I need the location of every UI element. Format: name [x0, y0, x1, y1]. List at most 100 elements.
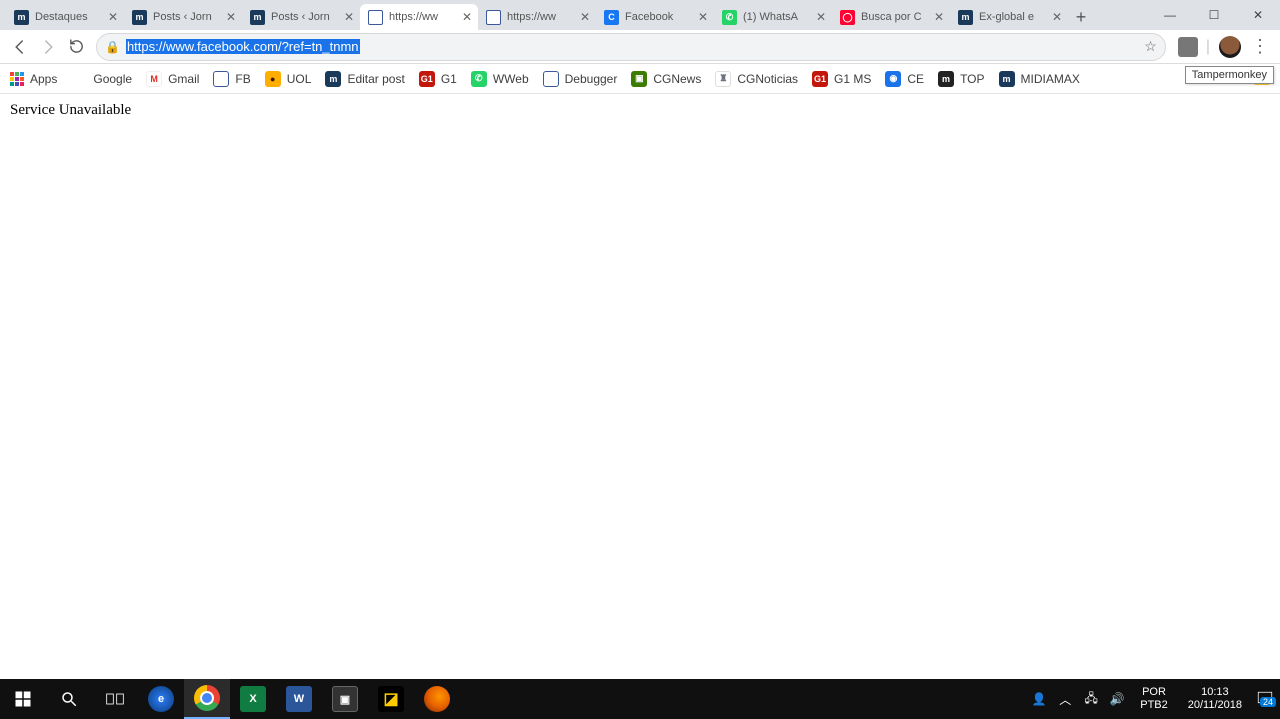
- window-close-button[interactable]: ✕: [1236, 0, 1280, 30]
- bookmark-item[interactable]: ◉ CE: [885, 71, 924, 87]
- bookmark-icon: f: [213, 71, 229, 87]
- tray-clock[interactable]: 10:1320/11/2018: [1182, 686, 1248, 712]
- bookmark-item[interactable]: m Editar post: [325, 71, 404, 87]
- bookmark-icon: ◉: [885, 71, 901, 87]
- tab-favicon: ◯: [840, 10, 855, 25]
- bookmark-label: CGNews: [653, 72, 701, 86]
- taskbar-word[interactable]: W: [276, 679, 322, 719]
- bookmark-star-icon[interactable]: ☆: [1144, 38, 1157, 55]
- bookmark-label: Gmail: [168, 72, 199, 86]
- bookmark-icon: ▣: [631, 71, 647, 87]
- lock-icon: 🔒: [105, 40, 120, 54]
- bookmark-label: FB: [235, 72, 250, 86]
- tray-network-icon[interactable]: 🖧: [1082, 690, 1100, 708]
- browser-tab[interactable]: mPosts ‹ Jorn✕: [242, 4, 360, 30]
- bookmark-label: G1 MS: [834, 72, 871, 86]
- browser-tab[interactable]: m Destaques ✕: [6, 4, 124, 30]
- tray-people-icon[interactable]: 👤: [1030, 690, 1048, 708]
- start-button[interactable]: [0, 679, 46, 719]
- bookmark-label: Editar post: [347, 72, 404, 86]
- browser-tab[interactable]: m Posts ‹ Jorn ✕: [124, 4, 242, 30]
- tab-close-icon[interactable]: ✕: [462, 10, 472, 24]
- bookmark-icon: [10, 72, 24, 86]
- browser-tab[interactable]: CFacebook✕: [596, 4, 714, 30]
- new-tab-button[interactable]: +: [1068, 4, 1094, 30]
- address-bar[interactable]: 🔒 https://www.facebook.com/?ref=tn_tnmn …: [96, 33, 1166, 61]
- browser-tab[interactable]: fhttps://ww✕: [478, 4, 596, 30]
- forward-button[interactable]: [34, 33, 62, 61]
- tab-close-icon[interactable]: ✕: [580, 10, 590, 24]
- tab-title: Ex-global e: [979, 11, 1048, 23]
- chrome-menu-button[interactable]: ⋮: [1246, 33, 1274, 61]
- extension-tampermonkey[interactable]: [1174, 33, 1202, 61]
- tab-close-icon[interactable]: ✕: [1052, 10, 1062, 24]
- taskbar-app-yellow[interactable]: ◪: [368, 679, 414, 719]
- bookmark-item[interactable]: f FB: [213, 71, 250, 87]
- bookmark-item[interactable]: ▣ CGNews: [631, 71, 701, 87]
- taskbar-edge[interactable]: e: [138, 679, 184, 719]
- bookmark-label: WWeb: [493, 72, 529, 86]
- tray-notifications-icon[interactable]: 24: [1256, 690, 1274, 708]
- page-content: Service Unavailable: [0, 94, 1280, 127]
- task-view-button[interactable]: [92, 679, 138, 719]
- tab-close-icon[interactable]: ✕: [698, 10, 708, 24]
- tab-favicon: m: [132, 10, 147, 25]
- tray-language[interactable]: PORPTB2: [1134, 686, 1174, 712]
- search-button[interactable]: [46, 679, 92, 719]
- tab-close-icon[interactable]: ✕: [226, 10, 236, 24]
- tray-chevron-up-icon[interactable]: ︿: [1056, 690, 1074, 708]
- back-button[interactable]: [6, 33, 34, 61]
- bookmark-item[interactable]: ♜CGNoticias: [715, 71, 798, 87]
- bookmark-icon: G1: [419, 71, 435, 87]
- browser-tab[interactable]: fhttps://ww✕: [360, 4, 478, 30]
- bookmark-item[interactable]: Apps: [10, 72, 57, 86]
- bookmark-item[interactable]: G1 G1 MS: [812, 71, 871, 87]
- bookmark-item[interactable]: MGmail: [146, 71, 199, 87]
- bookmark-item[interactable]: mMIDIAMAX: [999, 71, 1080, 87]
- browser-tab[interactable]: mEx-global e✕: [950, 4, 1068, 30]
- tab-close-icon[interactable]: ✕: [344, 10, 354, 24]
- bookmark-item[interactable]: ✆ WWeb: [471, 71, 529, 87]
- tab-close-icon[interactable]: ✕: [108, 10, 118, 24]
- window-minimize-button[interactable]: —: [1148, 0, 1192, 30]
- browser-tab-strip: mDestaques✕mPosts ‹ Jorn✕mPosts ‹ Jorn✕f…: [0, 0, 1280, 30]
- browser-toolbar: 🔒 https://www.facebook.com/?ref=tn_tnmn …: [0, 30, 1280, 64]
- browser-tab[interactable]: ◯Busca por C✕: [832, 4, 950, 30]
- tray-volume-icon[interactable]: 🔊: [1108, 690, 1126, 708]
- bookmark-icon: G1: [812, 71, 828, 87]
- bookmark-item[interactable]: G1G1: [419, 71, 457, 87]
- url-text: https://www.facebook.com/?ref=tn_tnmn: [126, 39, 360, 54]
- bookmark-label: CE: [907, 72, 924, 86]
- bookmark-label: UOL: [287, 72, 312, 86]
- tab-title: Destaques: [35, 11, 104, 23]
- bookmark-label: Debugger: [565, 72, 618, 86]
- separator: |: [1206, 38, 1210, 56]
- notification-count: 24: [1260, 697, 1276, 707]
- tab-favicon: m: [250, 10, 265, 25]
- taskbar-photos[interactable]: ▣: [322, 679, 368, 719]
- taskbar-chrome[interactable]: [184, 679, 230, 719]
- window-maximize-button[interactable]: ☐: [1192, 0, 1236, 30]
- taskbar-excel[interactable]: X: [230, 679, 276, 719]
- tab-title: (1) WhatsA: [743, 11, 812, 23]
- bookmark-icon: f: [543, 71, 559, 87]
- tab-close-icon[interactable]: ✕: [934, 10, 944, 24]
- tab-close-icon[interactable]: ✕: [816, 10, 826, 24]
- bookmark-item[interactable]: f Debugger: [543, 71, 618, 87]
- bookmark-item[interactable]: ● UOL: [265, 71, 312, 87]
- taskbar-firefox[interactable]: [414, 679, 460, 719]
- tab-title: Facebook: [625, 11, 694, 23]
- bookmark-icon: ●: [265, 71, 281, 87]
- reload-button[interactable]: [62, 33, 90, 61]
- browser-tab[interactable]: ✆(1) WhatsA✕: [714, 4, 832, 30]
- tab-favicon: f: [368, 10, 383, 25]
- tab-title: https://ww: [507, 11, 576, 23]
- bookmark-icon: ✆: [471, 71, 487, 87]
- bookmark-icon: m: [325, 71, 341, 87]
- bookmark-item[interactable]: GGoogle: [71, 71, 132, 87]
- bookmark-icon: m: [999, 71, 1015, 87]
- profile-avatar[interactable]: [1216, 33, 1244, 61]
- bookmark-item[interactable]: mTOP: [938, 71, 984, 87]
- tab-favicon: m: [14, 10, 29, 25]
- tab-title: Posts ‹ Jorn: [153, 11, 222, 23]
